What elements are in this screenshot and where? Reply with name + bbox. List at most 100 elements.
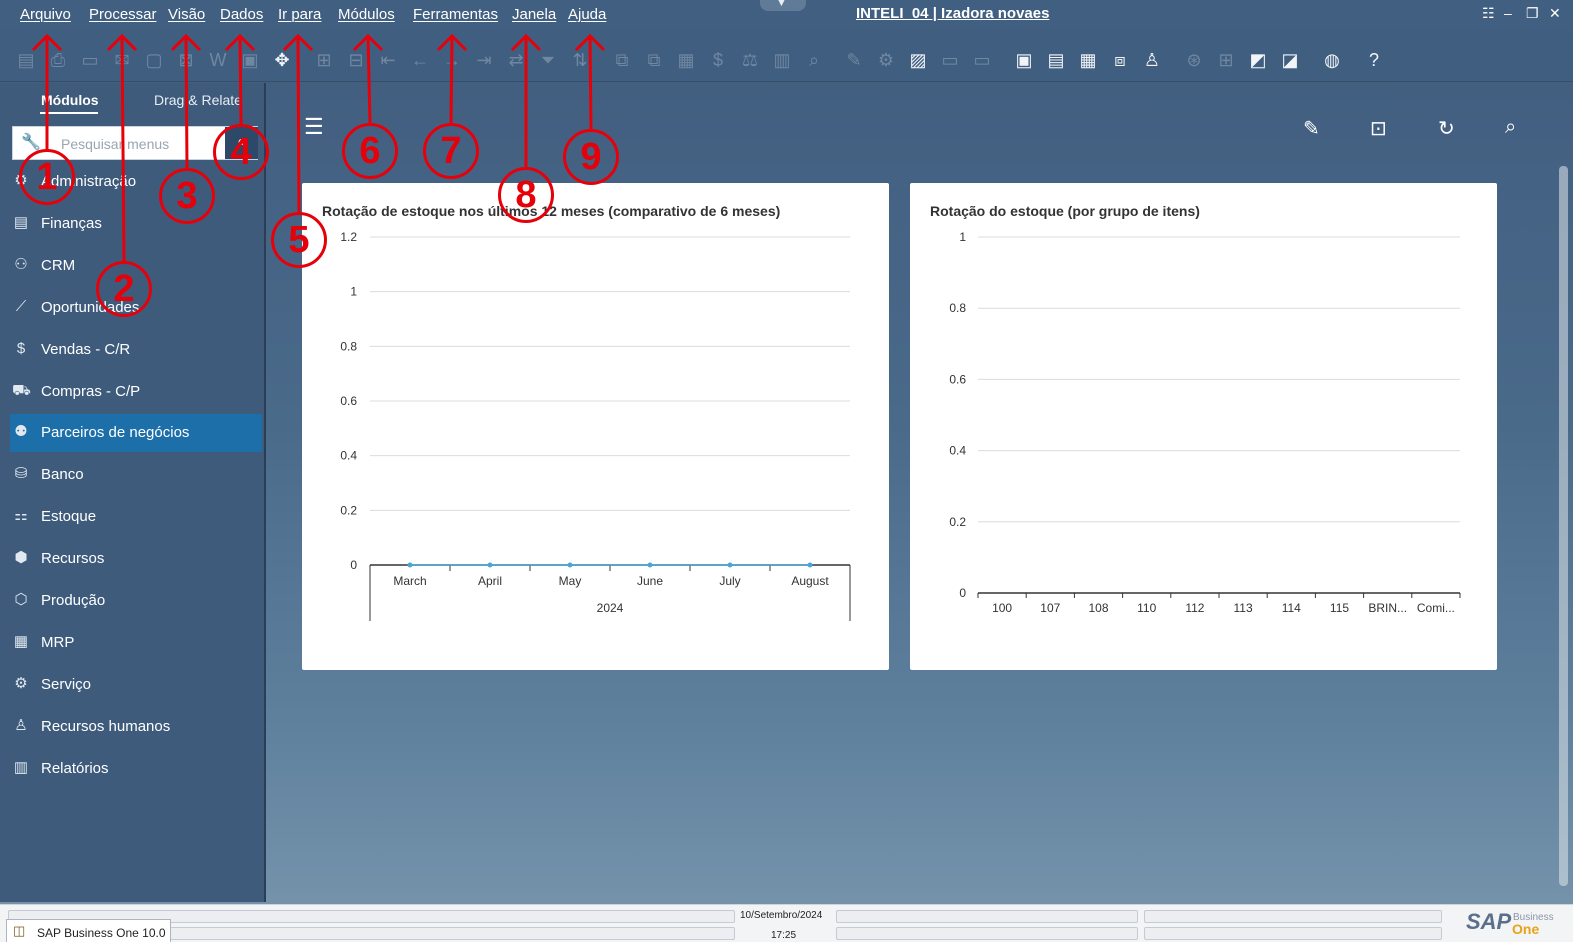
base-document-icon[interactable]: ⧉ (610, 49, 634, 71)
widgets-icon[interactable]: ⊞ (1214, 49, 1238, 71)
menu-modulos[interactable]: Módulos (338, 6, 395, 23)
help-icon[interactable]: ? (1362, 49, 1386, 71)
find-icon[interactable]: ⊞ (312, 49, 336, 71)
user-icon[interactable]: ♙ (1140, 49, 1164, 71)
close-button[interactable]: ✕ (1549, 5, 1561, 22)
menu-processar[interactable]: Processar (89, 6, 157, 23)
annotation-marker: 3 (159, 168, 215, 224)
preview-icon[interactable]: ▤ (14, 49, 38, 71)
cockpit-icon[interactable]: ⊛ (1182, 49, 1206, 71)
data-point[interactable] (407, 562, 413, 568)
sort-icon[interactable]: ⇅ (568, 49, 592, 71)
menu-visao[interactable]: Visão (168, 6, 205, 23)
x-tick-label: BRIN... (1368, 601, 1407, 615)
content-scrollbar[interactable] (1559, 166, 1568, 886)
annotation-marker: 4 (213, 124, 269, 180)
y-tick-label: 0 (959, 586, 966, 600)
data-point[interactable] (567, 562, 573, 568)
network-icon[interactable]: ⧈ (1108, 49, 1132, 71)
calculator-icon[interactable]: ▦ (1076, 49, 1100, 71)
gross-profit-icon[interactable]: ▥ (770, 49, 794, 71)
print-preview-icon[interactable]: ▭ (78, 49, 102, 71)
email-icon[interactable]: ✉ (110, 49, 134, 71)
alerts-icon[interactable]: ▭ (970, 49, 994, 71)
status-field (836, 927, 1138, 940)
doc-search-icon[interactable]: ⌕ (802, 49, 826, 71)
edit-pencil-icon[interactable]: ✎ (1303, 116, 1320, 141)
toolbar: ▤ ⎙ ▭ ✉ ▢ ⊠ W ▣ ✥ ⊞ ⊟ ⇤ ← → ⇥ ⇄ ⏷ ⇅ ⧉ ⧉ … (0, 32, 1573, 82)
report-edit-icon[interactable]: ◪ (1278, 49, 1302, 71)
filter-icon[interactable]: ⏷ (536, 49, 560, 71)
sidebar-item[interactable]: ⛟ Compras - C/P (10, 373, 262, 411)
data-point[interactable] (727, 562, 733, 568)
search-input[interactable]: Pesquisar menus (61, 136, 169, 152)
messages-icon[interactable]: ▭ (938, 49, 962, 71)
minimize-button[interactable]: – (1504, 5, 1512, 21)
data-point[interactable] (807, 562, 813, 568)
last-record-icon[interactable]: ⇥ (472, 49, 496, 71)
widget-gallery-icon[interactable]: ⊡ (1370, 116, 1387, 141)
sidebar-item[interactable]: ⬢ Recursos (10, 540, 262, 578)
properties-icon[interactable]: ▤ (1044, 49, 1068, 71)
sidebar-item[interactable]: ⚉ Parceiros de negócios (10, 414, 262, 453)
tab-modulos[interactable]: Módulos (41, 92, 99, 108)
menu-ferramentas[interactable]: Ferramentas (413, 6, 498, 23)
menu-arquivo[interactable]: Arquivo (20, 6, 71, 23)
restore-button[interactable]: ❐ (1526, 5, 1539, 22)
x-tick-label: 112 (1185, 601, 1204, 615)
info-window-icon[interactable]: ▣ (1012, 49, 1036, 71)
sidebar-item[interactable]: ▤ Finanças (10, 205, 262, 243)
crm-icon: ⚇ (14, 255, 28, 273)
payment-icon[interactable]: $ (706, 49, 730, 71)
excel-export-icon[interactable]: ⊠ (174, 49, 198, 71)
collapse-caret[interactable]: ▼ (760, 0, 806, 11)
sap-logo: SAP (1466, 909, 1512, 934)
sms-icon[interactable]: ▢ (142, 49, 166, 71)
data-point[interactable] (487, 562, 493, 568)
settings-icon[interactable]: ⚙ (874, 49, 898, 71)
sidebar-item[interactable]: ⛁ Banco (10, 456, 262, 494)
x-tick-label: Comi... (1417, 601, 1455, 615)
search-content-icon[interactable]: ⌕ (1505, 116, 1516, 139)
add-icon[interactable]: ⊟ (344, 49, 368, 71)
sidebar-item[interactable]: ⚏ Estoque (10, 498, 262, 536)
balance-icon[interactable]: ⚖ (738, 49, 762, 71)
menu-ir-para[interactable]: Ir para (278, 6, 321, 23)
hamburger-menu-icon[interactable]: ☰ (304, 114, 324, 140)
opportunities-icon: ⟋ (15, 297, 27, 315)
sidebar-item[interactable]: ⬡ Produção (10, 582, 262, 620)
form-settings-icon[interactable]: ▨ (906, 49, 930, 71)
data-point[interactable] (647, 562, 653, 568)
sidebar-item[interactable]: ▥ Relatórios (10, 750, 262, 788)
target-document-icon[interactable]: ⧉ (642, 49, 666, 71)
first-record-icon[interactable]: ⇤ (376, 49, 400, 71)
sidebar-item-label: Relatórios (41, 759, 109, 777)
sidebar-item[interactable]: ▦ MRP (10, 624, 262, 662)
pdf-export-icon[interactable]: ▣ (238, 49, 262, 71)
taskbar-app-button[interactable]: ◫ SAP Business One 10.0 (6, 919, 171, 942)
tab-drag-relate[interactable]: Drag & Relate (154, 92, 250, 108)
next-record-icon[interactable]: → (440, 49, 464, 71)
menu-janela[interactable]: Janela (512, 6, 556, 23)
sidebar-item[interactable]: ♙ Recursos humanos (10, 708, 262, 746)
web-browser-icon[interactable]: ◍ (1320, 49, 1344, 71)
previous-record-icon[interactable]: ← (408, 49, 432, 71)
move-icon[interactable]: ✥ (270, 49, 294, 71)
y-tick-label: 1.2 (340, 230, 357, 244)
sidebar-item-label: Serviço (41, 675, 92, 693)
refresh-record-icon[interactable]: ⇄ (504, 49, 528, 71)
menu-dados[interactable]: Dados (220, 6, 263, 23)
x-tick-label: 108 (1088, 601, 1108, 615)
refresh-icon[interactable]: ↻ (1438, 116, 1455, 141)
word-export-icon[interactable]: W (206, 49, 230, 71)
chart-card-rotation-by-group[interactable]: Rotação do estoque (por grupo de itens) … (910, 183, 1497, 670)
menu-ajuda[interactable]: Ajuda (568, 6, 606, 23)
sidebar-item[interactable]: $ Vendas - C/R (10, 331, 262, 369)
sidebar-item[interactable]: ⚙ Serviço (10, 666, 262, 704)
analytics-icon[interactable]: ◩ (1246, 49, 1270, 71)
edit-layout-icon[interactable]: ✎ (842, 49, 866, 71)
print-icon[interactable]: ⎙ (46, 49, 70, 71)
journal-icon[interactable]: ▦ (674, 49, 698, 71)
options-icon[interactable]: ☷ (1482, 5, 1495, 22)
chart-card-rotation-12-months[interactable]: Rotação de estoque nos últimos 12 meses … (302, 183, 889, 670)
